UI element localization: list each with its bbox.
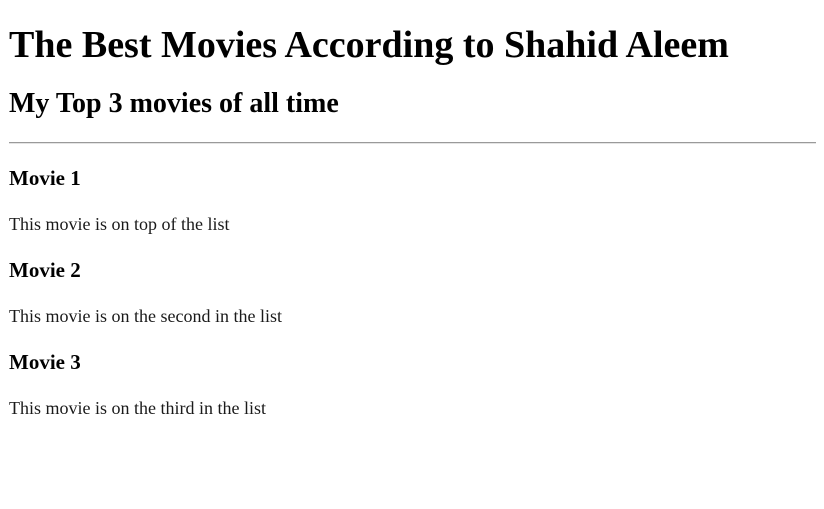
page-subtitle: My Top 3 movies of all time	[9, 88, 339, 119]
divider	[9, 142, 816, 144]
movie-title: Movie 2	[9, 258, 81, 282]
movie-description: This movie is on the second in the list	[9, 306, 282, 326]
movie-title: Movie 3	[9, 350, 81, 374]
movie-entry-1: Movie 1 This movie is on top of the list	[8, 166, 816, 235]
page-content: The Best Movies According to Shahid Alee…	[0, 25, 824, 419]
movie-title: Movie 1	[9, 166, 81, 190]
movie-entry-3: Movie 3 This movie is on the third in th…	[8, 350, 816, 419]
movie-entry-2: Movie 2 This movie is on the second in t…	[8, 258, 816, 327]
page-title: The Best Movies According to Shahid Alee…	[9, 24, 729, 66]
movie-description: This movie is on top of the list	[9, 214, 230, 234]
movie-description: This movie is on the third in the list	[9, 398, 266, 418]
